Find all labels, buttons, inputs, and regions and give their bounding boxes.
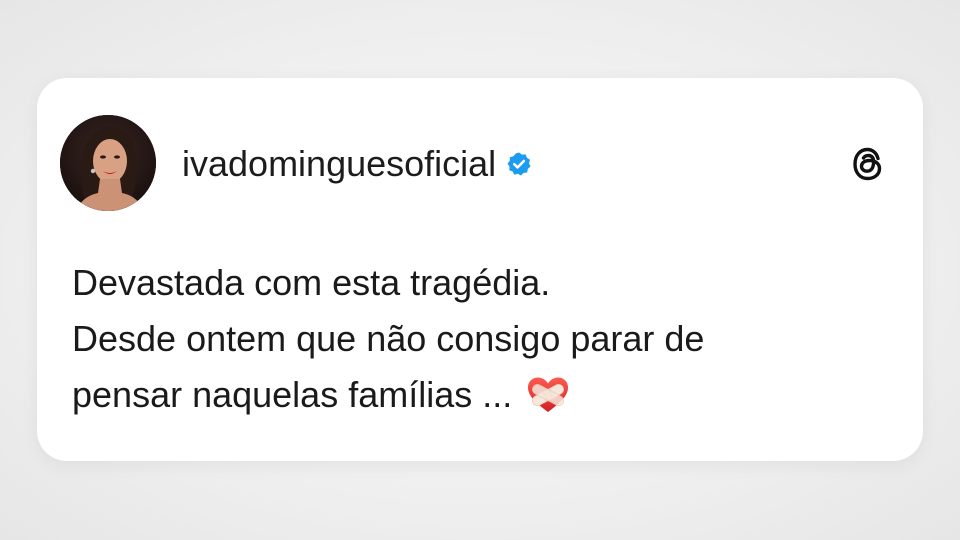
avatar[interactable] — [60, 115, 156, 211]
verified-badge-icon — [506, 151, 532, 177]
threads-icon[interactable] — [845, 141, 891, 187]
post-line-3: pensar naquelas famílias ... — [72, 374, 513, 415]
post-card: ivadominguesoficial Devastada com esta t… — [37, 78, 923, 461]
avatar-image — [60, 115, 156, 211]
post-line-2: Desde ontem que não consigo parar de — [72, 318, 705, 359]
post-line-1: Devastada com esta tragédia. — [72, 262, 551, 303]
mending-heart-icon — [526, 375, 570, 415]
post-line-3-container: pensar naquelas famílias ... — [72, 367, 570, 423]
post-body: Devastada com esta tragédia. Desde ontem… — [72, 255, 892, 423]
username[interactable]: ivadominguesoficial — [182, 143, 496, 185]
author-row: ivadominguesoficial — [182, 140, 532, 188]
